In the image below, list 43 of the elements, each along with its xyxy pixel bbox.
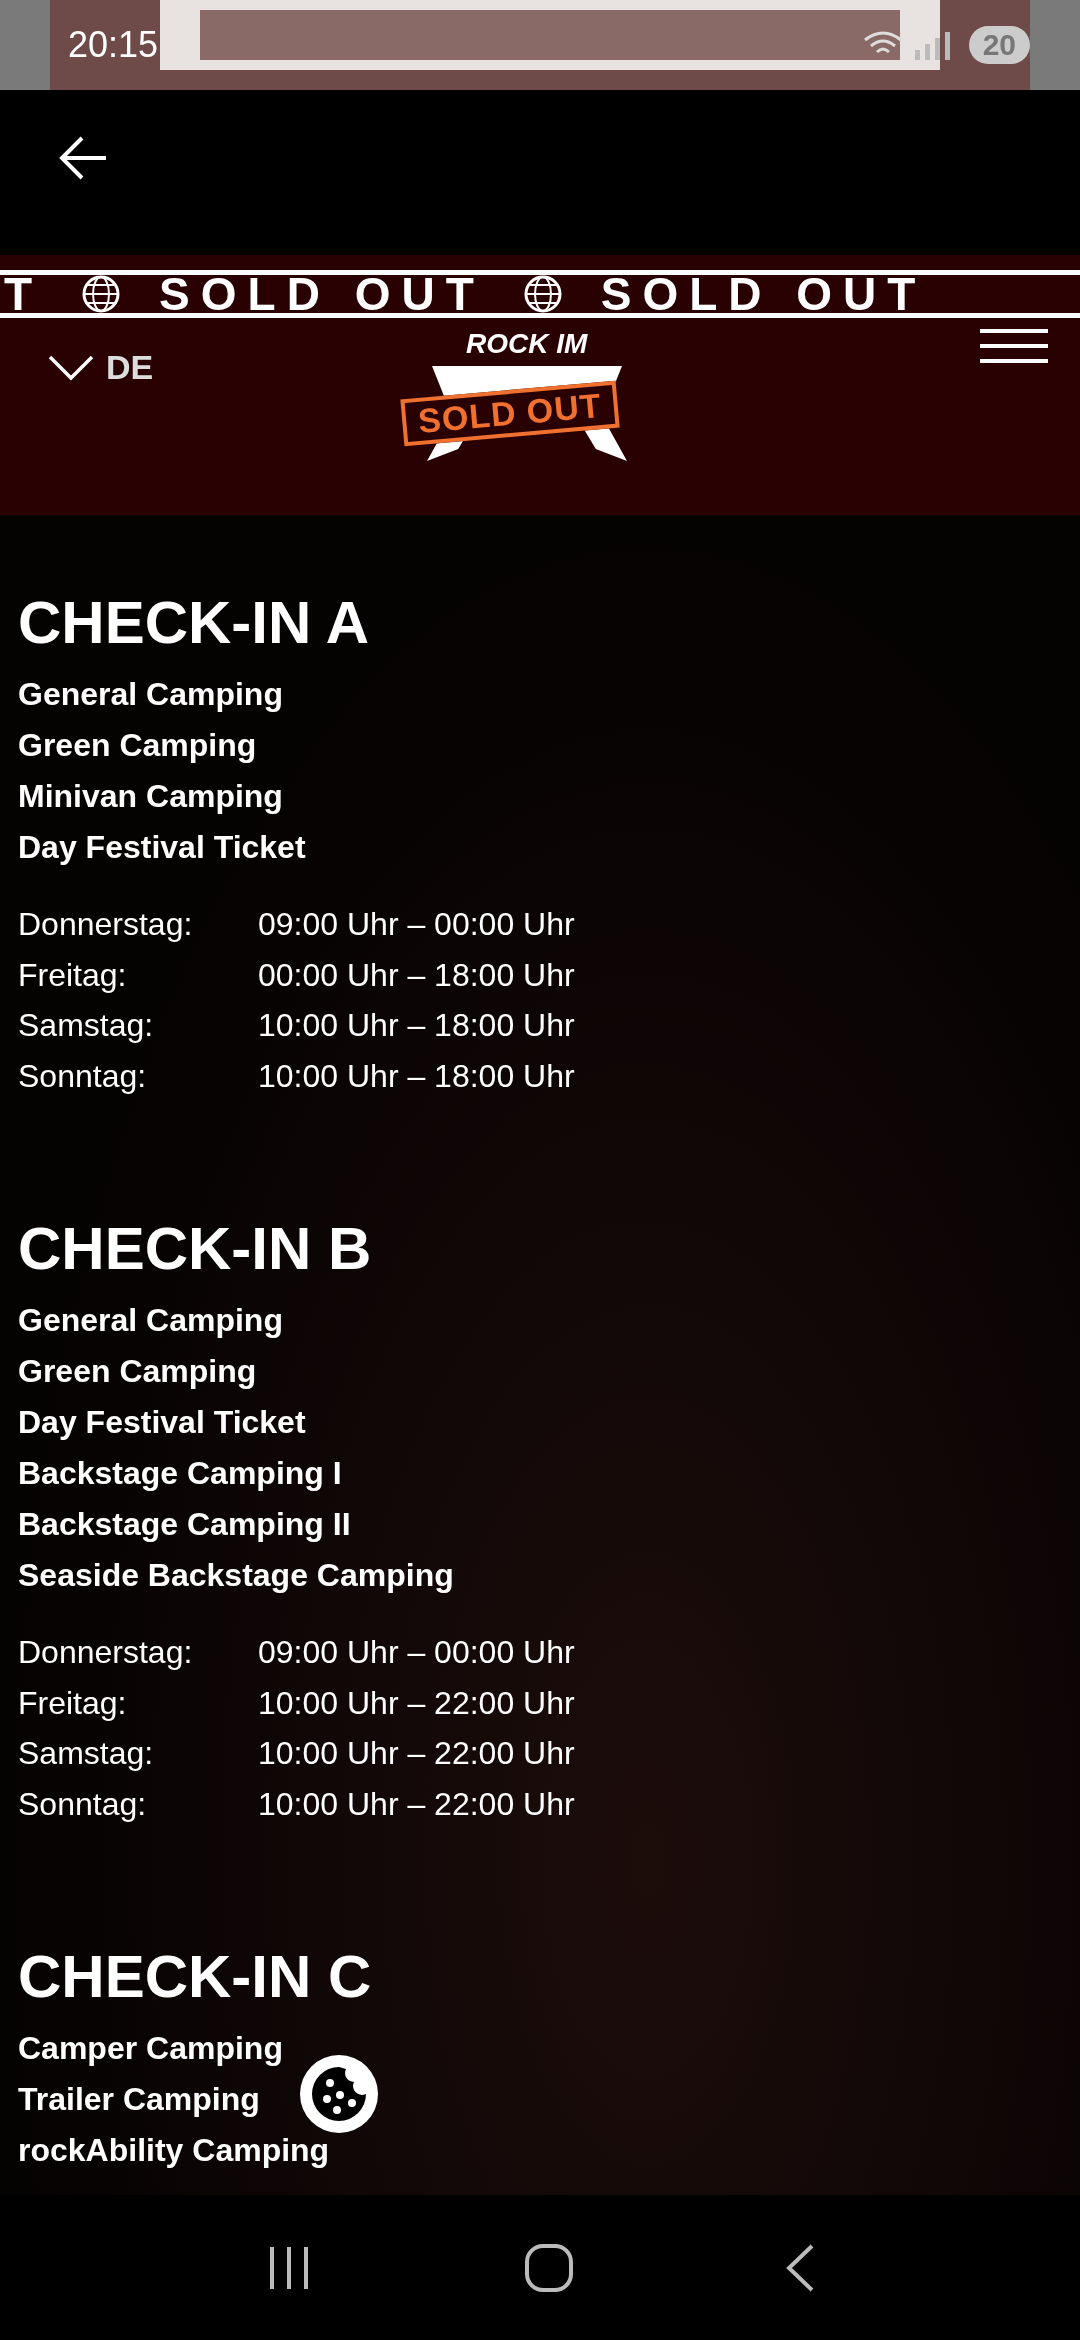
- ticket-category: Minivan Camping: [18, 777, 283, 816]
- section-heading: CHECK-IN C: [18, 1942, 373, 2012]
- ticket-category: Green Camping: [18, 1352, 257, 1391]
- opening-hours: 10:00 Uhr – 18:00 Uhr: [258, 1056, 575, 1096]
- weekday-label: Samstag:: [18, 1006, 155, 1045]
- weekday-label: Donnerstag:: [18, 1633, 194, 1672]
- ticket-category: Day Festival Ticket: [18, 1403, 306, 1442]
- chevron-down-icon: [48, 354, 94, 381]
- opening-hours: 09:00 Uhr – 00:00 Uhr: [258, 1633, 575, 1672]
- opening-hours: 10:00 Uhr – 22:00 Uhr: [258, 1683, 575, 1723]
- menu-icon[interactable]: [980, 328, 1048, 364]
- ticket-category: Backstage Camping I: [18, 1454, 342, 1493]
- ticket-category: Backstage Camping II: [18, 1505, 351, 1544]
- opening-hours: 09:00 Uhr – 00:00 Uhr: [258, 905, 575, 944]
- weekday-label: Samstag:: [18, 1734, 155, 1773]
- festival-logo[interactable]: ROCK IM SOLD OUT: [401, 328, 652, 488]
- ticket-category: Green Camping: [18, 726, 257, 765]
- ticker-text: SOLD OUT: [159, 275, 485, 313]
- weekday-label: Freitag:: [18, 955, 128, 995]
- ticker-text: T: [4, 275, 44, 313]
- opening-hours: 10:00 Uhr – 22:00 Uhr: [258, 1784, 575, 1824]
- ticket-category: General Camping: [18, 1301, 283, 1340]
- status-time: 20:15: [68, 24, 159, 66]
- weekday-label: Sonntag:: [18, 1784, 148, 1824]
- ticket-category: Seaside Backstage Camping: [18, 1556, 454, 1595]
- opening-hours: 10:00 Uhr – 22:00 Uhr: [258, 1734, 575, 1773]
- weekday-label: Freitag:: [18, 1683, 128, 1723]
- ticker-text: SOLD OUT: [600, 275, 927, 313]
- opening-hours: 10:00 Uhr – 18:00 Uhr: [258, 1006, 575, 1045]
- ticket-category: Trailer Camping: [18, 2080, 260, 2119]
- ticket-category: General Camping: [18, 675, 283, 714]
- weekday-label: Sonntag:: [18, 1056, 148, 1096]
- section-heading: CHECK-IN B: [18, 1214, 373, 1284]
- opening-hours: 00:00 Uhr – 18:00 Uhr: [258, 955, 575, 995]
- ticket-category: Camper Camping: [18, 2029, 283, 2068]
- language-selector[interactable]: DE: [48, 348, 154, 387]
- back-arrow-icon[interactable]: [58, 134, 108, 181]
- ticket-category: rockAbility Camping: [18, 2131, 330, 2170]
- section-heading: CHECK-IN A: [18, 588, 371, 658]
- cookie-icon: [310, 2065, 368, 2123]
- ticket-category: Day Festival Ticket: [18, 828, 306, 867]
- home-icon[interactable]: [523, 2241, 575, 2294]
- weekday-label: Donnerstag:: [18, 905, 194, 944]
